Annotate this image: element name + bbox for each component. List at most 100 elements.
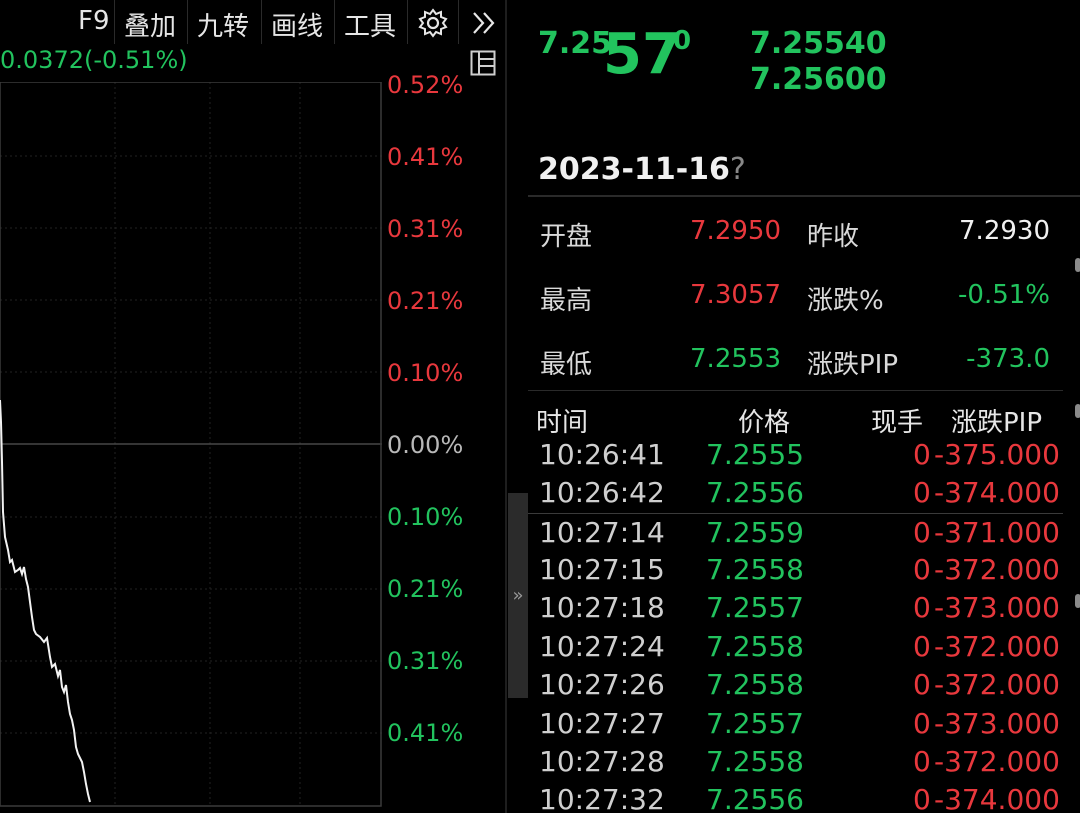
price-change-readout: 0.0372(-0.51%) xyxy=(0,46,188,74)
tick-row: 10:26:41 7.2555 0 -375.000 xyxy=(528,438,1063,476)
tick-time: 10:27:32 xyxy=(539,783,665,813)
panel-divider xyxy=(505,0,507,813)
tick-time: 10:27:26 xyxy=(539,668,665,701)
toolbar-f9-button[interactable]: F9 xyxy=(78,6,110,36)
tick-price: 7.2556 xyxy=(706,783,804,813)
tick-change-pip: -372.000 xyxy=(934,745,1060,778)
tick-group-divider xyxy=(528,513,1063,514)
tick-row: 10:27:24 7.2558 0 -372.000 xyxy=(528,630,1063,668)
quote-date: 2023-11-16? xyxy=(538,152,746,187)
tick-change-pip: -371.000 xyxy=(934,516,1060,549)
tick-time: 10:27:14 xyxy=(539,516,665,549)
toolbar-draw-line-button[interactable]: 画线 xyxy=(271,6,323,43)
tick-change-pip: -372.000 xyxy=(934,553,1060,586)
tick-volume: 0 xyxy=(913,707,931,740)
tick-change-pip: -373.000 xyxy=(934,591,1060,624)
stat-change-pip-label: 涨跌PIP xyxy=(807,350,899,380)
pct-axis-label: 0.31% xyxy=(387,215,464,243)
tick-change-pip: -374.000 xyxy=(934,476,1060,509)
quote-date-text: 2023-11-16 xyxy=(538,152,730,187)
pct-axis-label: 0.52% xyxy=(387,71,464,99)
price-line xyxy=(0,399,91,803)
tick-change-pip: -373.000 xyxy=(934,707,1060,740)
stat-change-pct-label: 涨跌% xyxy=(807,286,884,316)
pct-axis-label: 0.41% xyxy=(387,719,464,747)
ask-price: 7.25600 xyxy=(750,62,887,97)
pct-axis-label: 0.41% xyxy=(387,143,464,171)
pct-axis-label: 0.21% xyxy=(387,575,464,603)
tick-time: 10:27:15 xyxy=(539,553,665,586)
tick-row: 10:27:28 7.2558 0 -372.000 xyxy=(528,745,1063,783)
scrollbar-handle[interactable] xyxy=(1075,404,1080,418)
tick-time: 10:27:28 xyxy=(539,745,665,778)
tick-price: 7.2558 xyxy=(706,745,804,778)
tick-row: 10:27:14 7.2559 0 -371.000 xyxy=(528,516,1063,554)
intraday-price-chart[interactable] xyxy=(0,82,382,807)
tick-volume: 0 xyxy=(913,783,931,813)
panel-layout-icon[interactable] xyxy=(470,50,496,76)
scrollbar-handle[interactable] xyxy=(1075,594,1080,608)
tick-price: 7.2557 xyxy=(706,707,804,740)
tick-row: 10:27:32 7.2556 0 -374.000 xyxy=(528,783,1063,813)
tick-price: 7.2555 xyxy=(706,438,804,471)
ticks-header-volume: 现手 xyxy=(871,408,924,438)
tick-volume: 0 xyxy=(913,553,931,586)
stat-open-value: 7.2950 xyxy=(690,216,781,246)
pct-axis-label: 0.10% xyxy=(387,503,464,531)
bid-price: 7.25540 xyxy=(750,26,887,61)
stat-low-label: 最低 xyxy=(540,350,593,380)
tick-time: 10:27:27 xyxy=(539,707,665,740)
tick-row: 10:27:27 7.2557 0 -373.000 xyxy=(528,707,1063,745)
toolbar-divider xyxy=(458,0,459,44)
divider xyxy=(528,390,1063,391)
tick-price: 7.2558 xyxy=(706,630,804,663)
tick-change-pip: -374.000 xyxy=(934,783,1060,813)
tick-time: 10:26:41 xyxy=(539,438,665,471)
toolbar-divider xyxy=(187,0,188,44)
tick-volume: 0 xyxy=(913,438,931,471)
toolbar-tools-button[interactable]: 工具 xyxy=(344,6,396,43)
pct-axis-label: 0.31% xyxy=(387,647,464,675)
tick-row: 10:27:18 7.2557 0 -373.000 xyxy=(528,591,1063,629)
tick-time: 10:26:42 xyxy=(539,476,665,509)
tick-price: 7.2556 xyxy=(706,476,804,509)
tick-price: 7.2557 xyxy=(706,591,804,624)
pct-axis-label: 0.10% xyxy=(387,359,464,387)
stat-prev-close-value: 7.2930 xyxy=(959,216,1050,246)
stat-low-value: 7.2553 xyxy=(690,344,781,374)
scrollbar-handle[interactable] xyxy=(1075,258,1080,272)
tick-volume: 0 xyxy=(913,591,931,624)
scrollbar-track[interactable] xyxy=(1063,197,1080,813)
toolbar-overlay-button[interactable]: 叠加 xyxy=(124,6,176,43)
toolbar-divider xyxy=(114,0,115,44)
ticks-header-price: 价格 xyxy=(738,408,791,438)
last-price-prefix: 7.25 xyxy=(538,26,613,61)
tick-volume: 0 xyxy=(913,476,931,509)
last-price-fraction: 0 xyxy=(673,26,692,56)
tick-price: 7.2558 xyxy=(706,553,804,586)
tick-volume: 0 xyxy=(913,668,931,701)
tick-time: 10:27:18 xyxy=(539,591,665,624)
toolbar-divider xyxy=(407,0,408,44)
last-price-pips: 57 xyxy=(603,22,681,87)
toolbar-nine-turn-button[interactable]: 九转 xyxy=(197,6,249,43)
gear-icon[interactable] xyxy=(417,7,449,39)
pct-axis-label: 0.00% xyxy=(387,431,464,459)
chart-toolbar: F9 叠加 九转 画线 工具 xyxy=(0,0,505,44)
tick-volume: 0 xyxy=(913,630,931,663)
ticks-header-change-pip: 涨跌PIP xyxy=(951,408,1043,438)
chevron-double-right-icon[interactable] xyxy=(470,8,498,38)
collapse-panel-handle[interactable]: » xyxy=(508,493,528,698)
stat-open-label: 开盘 xyxy=(540,222,593,252)
toolbar-divider xyxy=(334,0,335,44)
tick-change-pip: -372.000 xyxy=(934,668,1060,701)
ticks-header-time: 时间 xyxy=(536,408,589,438)
tick-row: 10:26:42 7.2556 0 -374.000 xyxy=(528,476,1063,514)
help-icon[interactable]: ? xyxy=(730,152,746,187)
stat-high-value: 7.3057 xyxy=(690,280,781,310)
tick-row: 10:27:15 7.2558 0 -372.000 xyxy=(528,553,1063,591)
tick-change-pip: -372.000 xyxy=(934,630,1060,663)
tick-volume: 0 xyxy=(913,516,931,549)
stat-change-pct-value: -0.51% xyxy=(958,280,1050,310)
tick-price: 7.2558 xyxy=(706,668,804,701)
